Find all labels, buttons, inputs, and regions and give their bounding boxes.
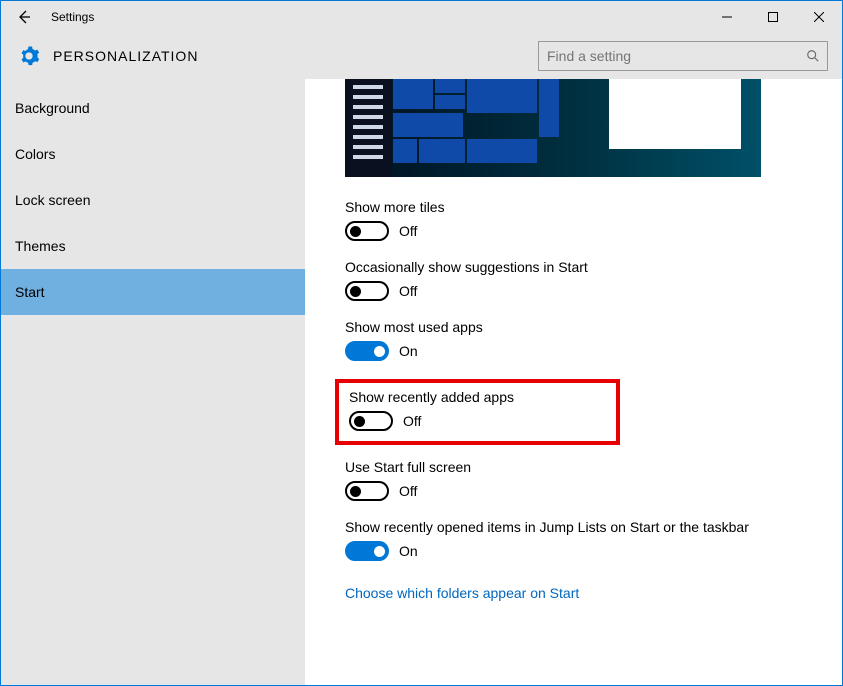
toggle-state: Off <box>399 283 417 299</box>
toggle-most-used[interactable] <box>345 341 389 361</box>
search-input[interactable] <box>538 41 828 71</box>
toggle-suggestions[interactable] <box>345 281 389 301</box>
toggle-state: On <box>399 543 418 559</box>
header: PERSONALIZATION <box>1 33 842 79</box>
setting-label: Occasionally show suggestions in Start <box>345 259 842 275</box>
category-title: PERSONALIZATION <box>53 48 198 64</box>
sidebar-item-label: Themes <box>15 238 66 254</box>
setting-most-used: Show most used apps On <box>345 319 842 361</box>
gear-icon <box>15 42 43 70</box>
window-title: Settings <box>51 10 94 24</box>
start-preview-image <box>345 79 761 177</box>
sidebar-item-label: Background <box>15 100 90 116</box>
choose-folders-link[interactable]: Choose which folders appear on Start <box>345 585 579 601</box>
toggle-state: Off <box>399 223 417 239</box>
setting-recently-added: Show recently added apps Off <box>335 379 620 445</box>
setting-full-screen: Use Start full screen Off <box>345 459 842 501</box>
toggle-recently-added[interactable] <box>349 411 393 431</box>
sidebar-item-colors[interactable]: Colors <box>1 131 305 177</box>
setting-label: Show recently added apps <box>349 389 514 405</box>
setting-suggestions: Occasionally show suggestions in Start O… <box>345 259 842 301</box>
setting-label: Show most used apps <box>345 319 842 335</box>
sidebar: Background Colors Lock screen Themes Sta… <box>1 79 305 685</box>
setting-label: Show recently opened items in Jump Lists… <box>345 519 842 535</box>
back-button[interactable] <box>9 2 39 32</box>
minimize-button[interactable] <box>704 2 750 32</box>
sidebar-item-lock-screen[interactable]: Lock screen <box>1 177 305 223</box>
setting-jump-lists: Show recently opened items in Jump Lists… <box>345 519 842 561</box>
settings-window: Settings PERSONALIZATION <box>0 0 843 686</box>
toggle-full-screen[interactable] <box>345 481 389 501</box>
toggle-jump-lists[interactable] <box>345 541 389 561</box>
close-button[interactable] <box>796 2 842 32</box>
window-controls <box>704 2 842 32</box>
setting-label: Show more tiles <box>345 199 842 215</box>
setting-show-more-tiles: Show more tiles Off <box>345 199 842 241</box>
toggle-show-more-tiles[interactable] <box>345 221 389 241</box>
titlebar: Settings <box>1 1 842 33</box>
sidebar-item-label: Start <box>15 284 45 300</box>
toggle-state: Off <box>399 483 417 499</box>
setting-label: Use Start full screen <box>345 459 842 475</box>
maximize-button[interactable] <box>750 2 796 32</box>
toggle-state: Off <box>403 413 421 429</box>
sidebar-item-themes[interactable]: Themes <box>1 223 305 269</box>
body: Background Colors Lock screen Themes Sta… <box>1 79 842 685</box>
sidebar-item-label: Colors <box>15 146 55 162</box>
sidebar-item-background[interactable]: Background <box>1 85 305 131</box>
main-content: Show more tiles Off Occasionally show su… <box>305 79 842 685</box>
sidebar-item-start[interactable]: Start <box>1 269 305 315</box>
sidebar-item-label: Lock screen <box>15 192 90 208</box>
toggle-state: On <box>399 343 418 359</box>
search-wrap <box>538 41 828 71</box>
